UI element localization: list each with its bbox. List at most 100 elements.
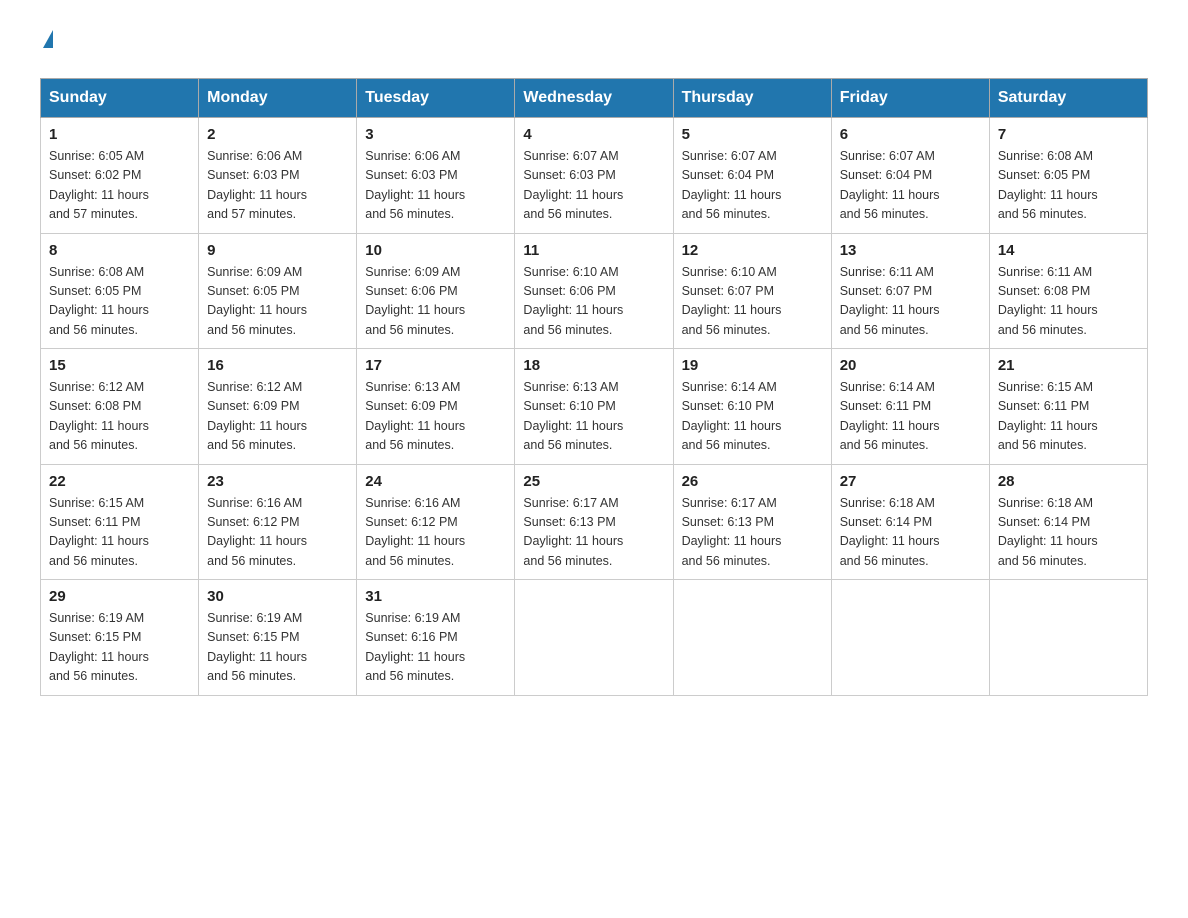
weekday-header-friday: Friday [831, 79, 989, 118]
day-info: Sunrise: 6:18 AMSunset: 6:14 PMDaylight:… [840, 494, 981, 572]
day-number: 12 [682, 242, 823, 259]
day-number: 18 [523, 357, 664, 374]
calendar-cell: 20 Sunrise: 6:14 AMSunset: 6:11 PMDayligh… [831, 349, 989, 465]
day-number: 29 [49, 588, 190, 605]
day-info: Sunrise: 6:17 AMSunset: 6:13 PMDaylight:… [682, 494, 823, 572]
day-number: 9 [207, 242, 348, 259]
day-info: Sunrise: 6:12 AMSunset: 6:08 PMDaylight:… [49, 378, 190, 456]
day-number: 25 [523, 473, 664, 490]
day-number: 3 [365, 126, 506, 143]
day-info: Sunrise: 6:18 AMSunset: 6:14 PMDaylight:… [998, 494, 1139, 572]
day-info: Sunrise: 6:09 AMSunset: 6:06 PMDaylight:… [365, 263, 506, 341]
day-info: Sunrise: 6:07 AMSunset: 6:04 PMDaylight:… [682, 147, 823, 225]
calendar-week-row: 15Sunrise: 6:12 AMSunset: 6:08 PMDayligh… [41, 349, 1148, 465]
calendar-cell: 4 Sunrise: 6:07 AMSunset: 6:03 PMDaylight… [515, 118, 673, 234]
calendar-week-row: 8Sunrise: 6:08 AMSunset: 6:05 PMDaylight… [41, 233, 1148, 349]
calendar-cell: 13 Sunrise: 6:11 AMSunset: 6:07 PMDayligh… [831, 233, 989, 349]
calendar-cell [831, 580, 989, 696]
day-number: 4 [523, 126, 664, 143]
calendar-cell: 26 Sunrise: 6:17 AMSunset: 6:13 PMDayligh… [673, 464, 831, 580]
calendar-cell: 30Sunrise: 6:19 AMSunset: 6:15 PMDayligh… [199, 580, 357, 696]
day-number: 7 [998, 126, 1139, 143]
weekday-header-thursday: Thursday [673, 79, 831, 118]
day-info: Sunrise: 6:14 AMSunset: 6:11 PMDaylight:… [840, 378, 981, 456]
day-info: Sunrise: 6:11 AMSunset: 6:07 PMDaylight:… [840, 263, 981, 341]
calendar-cell: 1 Sunrise: 6:05 AMSunset: 6:02 PMDaylight… [41, 118, 199, 234]
day-number: 21 [998, 357, 1139, 374]
weekday-header-wednesday: Wednesday [515, 79, 673, 118]
calendar-cell: 5 Sunrise: 6:07 AMSunset: 6:04 PMDaylight… [673, 118, 831, 234]
weekday-header-monday: Monday [199, 79, 357, 118]
calendar-cell: 15Sunrise: 6:12 AMSunset: 6:08 PMDayligh… [41, 349, 199, 465]
day-number: 19 [682, 357, 823, 374]
day-info: Sunrise: 6:08 AMSunset: 6:05 PMDaylight:… [998, 147, 1139, 225]
calendar-cell: 9 Sunrise: 6:09 AMSunset: 6:05 PMDaylight… [199, 233, 357, 349]
calendar-table: SundayMondayTuesdayWednesdayThursdayFrid… [40, 78, 1148, 696]
calendar-cell: 22 Sunrise: 6:15 AMSunset: 6:11 PMDayligh… [41, 464, 199, 580]
day-info: Sunrise: 6:19 AMSunset: 6:16 PMDaylight:… [365, 609, 506, 687]
calendar-cell: 6 Sunrise: 6:07 AMSunset: 6:04 PMDaylight… [831, 118, 989, 234]
calendar-cell: 21 Sunrise: 6:15 AMSunset: 6:11 PMDayligh… [989, 349, 1147, 465]
logo [40, 30, 53, 48]
calendar-cell: 25 Sunrise: 6:17 AMSunset: 6:13 PMDayligh… [515, 464, 673, 580]
calendar-cell: 31 Sunrise: 6:19 AMSunset: 6:16 PMDayligh… [357, 580, 515, 696]
day-number: 28 [998, 473, 1139, 490]
day-info: Sunrise: 6:10 AMSunset: 6:06 PMDaylight:… [523, 263, 664, 341]
day-number: 31 [365, 588, 506, 605]
day-number: 16 [207, 357, 348, 374]
weekday-header-tuesday: Tuesday [357, 79, 515, 118]
calendar-cell: 16 Sunrise: 6:12 AMSunset: 6:09 PMDayligh… [199, 349, 357, 465]
calendar-cell: 27 Sunrise: 6:18 AMSunset: 6:14 PMDayligh… [831, 464, 989, 580]
day-number: 22 [49, 473, 190, 490]
calendar-week-row: 29Sunrise: 6:19 AMSunset: 6:15 PMDayligh… [41, 580, 1148, 696]
calendar-cell: 8Sunrise: 6:08 AMSunset: 6:05 PMDaylight… [41, 233, 199, 349]
day-number: 17 [365, 357, 506, 374]
day-number: 20 [840, 357, 981, 374]
day-info: Sunrise: 6:06 AMSunset: 6:03 PMDaylight:… [365, 147, 506, 225]
weekday-header-saturday: Saturday [989, 79, 1147, 118]
day-info: Sunrise: 6:15 AMSunset: 6:11 PMDaylight:… [998, 378, 1139, 456]
day-info: Sunrise: 6:08 AMSunset: 6:05 PMDaylight:… [49, 263, 190, 341]
day-number: 13 [840, 242, 981, 259]
calendar-cell: 29Sunrise: 6:19 AMSunset: 6:15 PMDayligh… [41, 580, 199, 696]
day-number: 10 [365, 242, 506, 259]
calendar-cell: 24Sunrise: 6:16 AMSunset: 6:12 PMDayligh… [357, 464, 515, 580]
day-number: 2 [207, 126, 348, 143]
day-info: Sunrise: 6:07 AMSunset: 6:03 PMDaylight:… [523, 147, 664, 225]
day-info: Sunrise: 6:13 AMSunset: 6:09 PMDaylight:… [365, 378, 506, 456]
page-header [40, 30, 1148, 48]
day-number: 5 [682, 126, 823, 143]
weekday-header-sunday: Sunday [41, 79, 199, 118]
day-info: Sunrise: 6:12 AMSunset: 6:09 PMDaylight:… [207, 378, 348, 456]
day-number: 30 [207, 588, 348, 605]
day-number: 24 [365, 473, 506, 490]
day-number: 1 [49, 126, 190, 143]
calendar-cell: 10 Sunrise: 6:09 AMSunset: 6:06 PMDayligh… [357, 233, 515, 349]
calendar-cell [673, 580, 831, 696]
day-info: Sunrise: 6:11 AMSunset: 6:08 PMDaylight:… [998, 263, 1139, 341]
calendar-week-row: 22 Sunrise: 6:15 AMSunset: 6:11 PMDayligh… [41, 464, 1148, 580]
day-number: 26 [682, 473, 823, 490]
day-number: 23 [207, 473, 348, 490]
day-info: Sunrise: 6:05 AMSunset: 6:02 PMDaylight:… [49, 147, 190, 225]
calendar-cell: 11Sunrise: 6:10 AMSunset: 6:06 PMDayligh… [515, 233, 673, 349]
calendar-cell: 7 Sunrise: 6:08 AMSunset: 6:05 PMDaylight… [989, 118, 1147, 234]
calendar-cell: 23 Sunrise: 6:16 AMSunset: 6:12 PMDayligh… [199, 464, 357, 580]
calendar-cell [989, 580, 1147, 696]
day-info: Sunrise: 6:15 AMSunset: 6:11 PMDaylight:… [49, 494, 190, 572]
day-info: Sunrise: 6:10 AMSunset: 6:07 PMDaylight:… [682, 263, 823, 341]
day-info: Sunrise: 6:16 AMSunset: 6:12 PMDaylight:… [207, 494, 348, 572]
day-info: Sunrise: 6:17 AMSunset: 6:13 PMDaylight:… [523, 494, 664, 572]
calendar-header-row: SundayMondayTuesdayWednesdayThursdayFrid… [41, 79, 1148, 118]
day-number: 14 [998, 242, 1139, 259]
day-info: Sunrise: 6:13 AMSunset: 6:10 PMDaylight:… [523, 378, 664, 456]
day-info: Sunrise: 6:07 AMSunset: 6:04 PMDaylight:… [840, 147, 981, 225]
calendar-cell: 14 Sunrise: 6:11 AMSunset: 6:08 PMDayligh… [989, 233, 1147, 349]
calendar-cell [515, 580, 673, 696]
day-number: 27 [840, 473, 981, 490]
logo-triangle-icon [43, 30, 53, 48]
calendar-week-row: 1 Sunrise: 6:05 AMSunset: 6:02 PMDaylight… [41, 118, 1148, 234]
day-info: Sunrise: 6:09 AMSunset: 6:05 PMDaylight:… [207, 263, 348, 341]
day-number: 6 [840, 126, 981, 143]
calendar-cell: 2Sunrise: 6:06 AMSunset: 6:03 PMDaylight… [199, 118, 357, 234]
